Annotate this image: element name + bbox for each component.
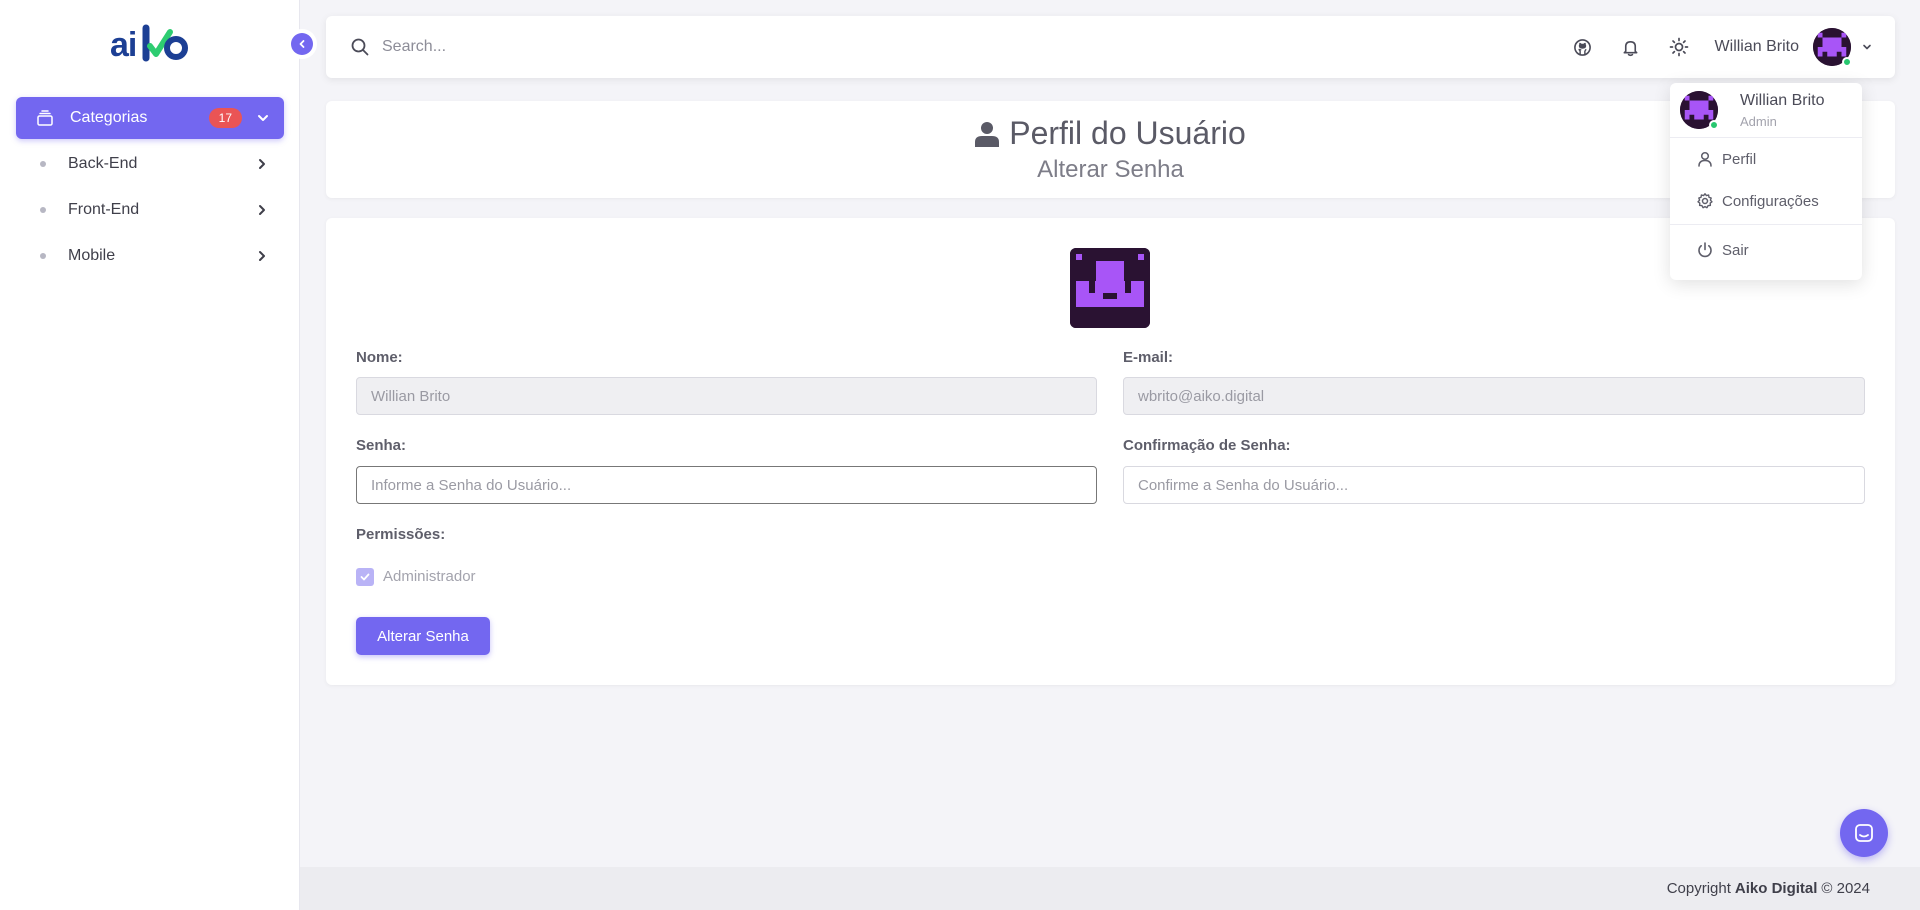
footer-company: Aiko Digital (1734, 880, 1818, 897)
name-label: Nome: (356, 349, 403, 366)
theme-toggle-button[interactable] (1667, 35, 1691, 59)
confirm-password-label: Confirmação de Senha: (1123, 437, 1291, 454)
page-subtitle: Alterar Senha (1037, 156, 1184, 183)
menu-divider (1670, 224, 1862, 225)
sidebar-item-label: Mobile (68, 247, 116, 264)
confirm-password-field[interactable] (1123, 466, 1865, 504)
sidebar: ai Categorias 17 Back-End Front-End Mobi… (0, 0, 313, 910)
dropdown-avatar-wrap (1680, 91, 1719, 130)
menu-item-perfil[interactable]: Perfil (1670, 138, 1862, 180)
email-label: E-mail: (1123, 349, 1174, 366)
name-field (356, 377, 1097, 415)
user-icon (1698, 151, 1712, 167)
email-field (1123, 377, 1865, 415)
admin-checkbox-label: Administrador (383, 568, 476, 585)
menu-item-configuracoes[interactable]: Configurações (1670, 180, 1862, 222)
profile-form-card: Nome: E-mail: Senha: Confirmação de Senh… (326, 218, 1895, 685)
bullet-icon (40, 253, 46, 259)
change-password-button[interactable]: Alterar Senha (356, 617, 490, 655)
chevron-left-icon (299, 40, 305, 48)
footer: Copyright Aiko Digital © 2024 (300, 867, 1920, 910)
user-dropdown-menu: Willian Brito Admin Perfil Configurações… (1670, 83, 1862, 280)
github-button[interactable] (1571, 35, 1595, 59)
collapse-sidebar-button[interactable] (291, 33, 313, 55)
svg-text:ai: ai (110, 26, 136, 64)
chevron-right-icon (259, 205, 265, 215)
dropdown-user-name: Willian Brito (1740, 91, 1825, 109)
user-name[interactable]: Willian Brito (1715, 38, 1799, 56)
sidebar-item-label: Front-End (68, 201, 140, 218)
chevron-down-icon[interactable] (1861, 41, 1873, 53)
github-icon (1574, 38, 1591, 56)
count-badge: 17 (208, 108, 242, 128)
user-menu-toggle[interactable] (1799, 28, 1852, 67)
page-header-card: Perfil do Usuário Alterar Senha (326, 101, 1895, 198)
sidebar-item-label: Back-End (68, 155, 138, 172)
admin-checkbox (356, 568, 374, 586)
user-solid-icon (975, 121, 1000, 147)
online-status-dot (1709, 120, 1719, 130)
bullet-icon (40, 207, 46, 213)
power-icon (1698, 242, 1712, 258)
check-icon (360, 573, 370, 581)
topbar: Willian Brito (326, 16, 1895, 78)
menu-item-label: Configurações (1722, 192, 1819, 210)
password-field[interactable] (356, 466, 1097, 504)
footer-copyright: Copyright (1666, 880, 1731, 897)
search-icon (351, 38, 369, 56)
aiko-logo[interactable]: ai (110, 22, 190, 64)
page-title-text: Perfil do Usuário (1009, 115, 1246, 151)
dropdown-user-role: Admin (1740, 113, 1777, 129)
menu-item-label: Perfil (1722, 150, 1757, 168)
sidebar-item-label: Categorias (70, 109, 148, 126)
sidebar-item-mobile[interactable]: Mobile (16, 236, 284, 276)
chat-button[interactable] (1840, 809, 1888, 857)
sidebar-item-categorias[interactable]: Categorias 17 (16, 97, 284, 139)
permissions-label: Permissões: (356, 526, 446, 543)
sidebar-item-back-end[interactable]: Back-End (16, 144, 284, 184)
bell-icon (1623, 40, 1638, 56)
notifications-button[interactable] (1619, 35, 1643, 59)
gear-icon (1697, 193, 1713, 209)
chevron-right-icon (259, 159, 265, 169)
profile-avatar (1070, 248, 1150, 328)
menu-item-label: Sair (1722, 241, 1749, 259)
chevron-right-icon (259, 251, 265, 261)
password-label: Senha: (356, 437, 407, 454)
page-title: Perfil do Usuário (975, 115, 1246, 152)
chat-icon (1855, 824, 1873, 842)
bullet-icon (40, 161, 46, 167)
online-status-dot (1842, 57, 1852, 67)
stack-icon (37, 110, 53, 126)
sidebar-item-front-end[interactable]: Front-End (16, 190, 284, 230)
menu-item-sair[interactable]: Sair (1670, 229, 1862, 271)
dropdown-user-info: Willian Brito Admin (1670, 83, 1862, 138)
search-input[interactable] (382, 38, 1547, 56)
chevron-down-icon (258, 115, 268, 121)
footer-year: © 2024 (1821, 880, 1870, 897)
sun-icon (1669, 37, 1688, 57)
